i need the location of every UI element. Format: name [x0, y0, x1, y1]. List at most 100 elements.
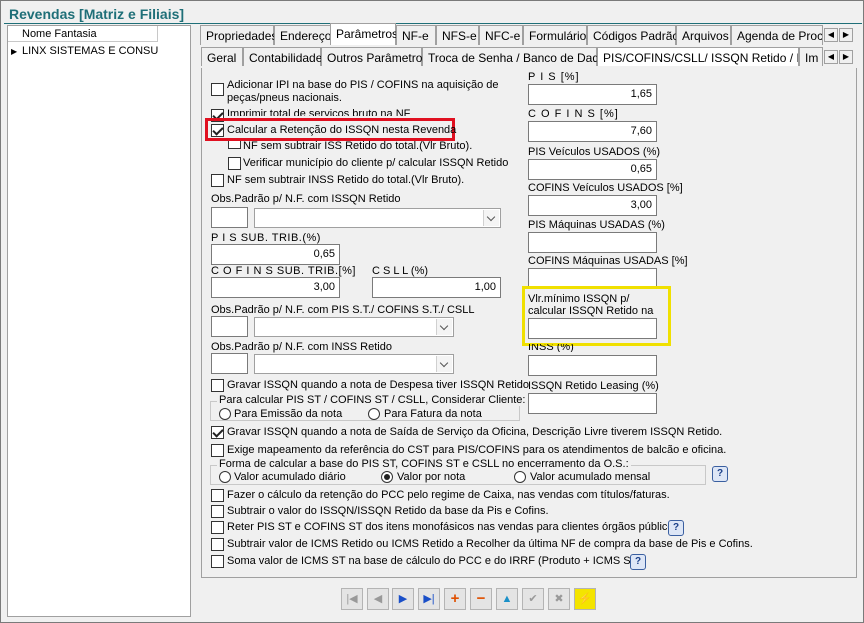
obs-inss-code-input[interactable] [211, 353, 248, 374]
radio-acumulado-mensal[interactable] [514, 471, 526, 483]
subtab-troca-senha[interactable]: Troca de Senha / Banco de Dados [422, 47, 612, 66]
tab-scroll-right-icon[interactable]: ▶ [839, 28, 853, 42]
csll-label: C S L L (%) [372, 265, 429, 277]
tab-agenda[interactable]: Agenda de Proces [731, 25, 823, 45]
delete-record-icon[interactable]: − [470, 588, 492, 610]
tab-nfe[interactable]: NF-e [396, 25, 436, 45]
tab-arquivos[interactable]: Arquivos [676, 25, 731, 45]
tab-nfse[interactable]: NFS-e [436, 25, 479, 45]
obs-issqn-code-input[interactable] [211, 207, 248, 228]
verif-municipio-label: Verificar município do cliente p/ calcul… [243, 157, 509, 169]
obs-pis-st-combo[interactable] [254, 317, 454, 337]
tab-content: Adicionar IPI na base do PIS / COFINS na… [201, 68, 857, 578]
grid-row[interactable]: ▶ LINX SISTEMAS E CONSULT [8, 43, 158, 59]
gravar-despesa-label: Gravar ISSQN quando a nota de Despesa ti… [227, 379, 530, 391]
issqn-leasing-input[interactable] [528, 393, 657, 414]
refresh-record-icon[interactable]: ⚡ [574, 588, 596, 610]
prior-record-icon[interactable]: ◀ [367, 588, 389, 610]
insert-record-icon[interactable]: + [444, 588, 466, 610]
obs-pis-st-code-input[interactable] [211, 316, 248, 337]
calc-issqn-label: Calcular a Retenção do ISSQN nesta Reven… [227, 124, 457, 136]
obs-issqn-combo[interactable] [254, 208, 501, 228]
tab-parametros[interactable]: Parâmetros [330, 23, 398, 45]
cofins-veic-label: COFINS Veículos USADOS [%] [528, 182, 683, 194]
subtrair-issqn-label: Subtrair o valor do ISSQN/ISSQN Retido d… [227, 505, 549, 517]
help-soma-icms-icon[interactable]: ? [630, 554, 646, 570]
grid-header-nome-fantasia[interactable]: Nome Fantasia [8, 26, 158, 42]
cofins-sub-input[interactable]: 3,00 [211, 277, 340, 298]
pis-veic-input[interactable]: 0,65 [528, 159, 657, 180]
os-group-title: Forma de calcular a base do PIS ST, COFI… [217, 458, 631, 470]
subtab-contabilidade[interactable]: Contabilidade [243, 47, 322, 66]
soma-icms-label: Soma valor de ICMS ST na base de cálculo… [227, 555, 641, 567]
post-record-icon[interactable]: ✔ [522, 588, 544, 610]
reter-pis-checkbox[interactable] [211, 521, 224, 534]
pis-label: P I S [%] [528, 71, 580, 83]
chevron-down-icon[interactable] [436, 319, 452, 335]
exige-map-label: Exige mapeamento da referência do CST pa… [227, 444, 727, 456]
subtab-geral[interactable]: Geral [201, 47, 243, 66]
obs-pis-st-label: Obs.Padrão p/ N.F. com PIS S.T./ COFINS … [211, 304, 475, 316]
nf-sem-inss-checkbox[interactable] [211, 174, 224, 187]
cofins-veic-input[interactable]: 3,00 [528, 195, 657, 216]
help-os-icon[interactable]: ? [712, 466, 728, 482]
radio-acumulado-diario[interactable] [219, 471, 231, 483]
subtab-scroll-left-icon[interactable]: ◀ [824, 50, 838, 64]
reter-pis-label: Reter PIS ST e COFINS ST dos itens monof… [227, 521, 683, 533]
csll-input[interactable]: 1,00 [372, 277, 501, 298]
cofins-input[interactable]: 7,60 [528, 121, 657, 142]
pcc-checkbox[interactable] [211, 489, 224, 502]
tab-endereco[interactable]: Endereço [274, 25, 331, 45]
pis-input[interactable]: 1,65 [528, 84, 657, 105]
help-reter-pis-icon[interactable]: ? [668, 520, 684, 536]
subtab-im[interactable]: Im [799, 47, 823, 66]
nf-sem-inss-label: NF sem subtrair INSS Retido do total.(Vl… [227, 174, 465, 186]
radio-emissao-label: Para Emissão da nota [234, 408, 343, 420]
exige-map-checkbox[interactable] [211, 444, 224, 457]
verif-municipio-checkbox[interactable] [228, 157, 241, 170]
chevron-down-icon[interactable] [483, 210, 499, 226]
obs-inss-combo[interactable] [254, 354, 454, 374]
pis-maq-label: PIS Máquinas USADAS (%) [528, 219, 665, 231]
revendas-grid[interactable]: Nome Fantasia ▶ LINX SISTEMAS E CONSULT [7, 25, 191, 617]
subtab-pis-cofins[interactable]: PIS/COFINS/CSLL/ ISSQN Retido / INSS [597, 47, 799, 66]
gravar-saida-checkbox[interactable] [211, 426, 224, 439]
pis-sub-input[interactable]: 0,65 [211, 244, 340, 265]
tab-nfce[interactable]: NFC-e [479, 25, 523, 45]
gravar-despesa-checkbox[interactable] [211, 379, 224, 392]
cliente-group-title: Para calcular PIS ST / COFINS ST / CSLL,… [217, 394, 528, 406]
radio-fatura[interactable] [368, 408, 380, 420]
subtrair-icms-checkbox[interactable] [211, 538, 224, 551]
subtab-outros-parametros[interactable]: Outros Parâmetros [321, 47, 428, 66]
inss-input[interactable] [528, 355, 657, 376]
cancel-record-icon[interactable]: ✖ [548, 588, 570, 610]
chevron-down-icon[interactable] [436, 356, 452, 372]
tab-formularios[interactable]: Formulários [523, 25, 592, 45]
tab-scroll-left-icon[interactable]: ◀ [824, 28, 838, 42]
tab-propriedades[interactable]: Propriedades [200, 25, 277, 45]
subtab-scroll-right-icon[interactable]: ▶ [839, 50, 853, 64]
pis-maq-input[interactable] [528, 232, 657, 253]
subtrair-issqn-checkbox[interactable] [211, 505, 224, 518]
radio-por-nota[interactable] [381, 471, 393, 483]
ipi-checkbox[interactable] [211, 83, 224, 96]
vlr-min-input[interactable] [528, 318, 657, 339]
radio-por-nota-label: Valor por nota [397, 471, 466, 483]
tab-codigos-padrao[interactable]: Códigos Padrão [587, 25, 679, 45]
row-pointer-icon: ▶ [11, 47, 18, 56]
last-record-icon[interactable]: ▶| [418, 588, 440, 610]
next-record-icon[interactable]: ▶ [392, 588, 414, 610]
window-title: Revendas [Matriz e Filiais] [9, 6, 185, 22]
radio-emissao[interactable] [219, 408, 231, 420]
window: Revendas [Matriz e Filiais] Nome Fantasi… [0, 0, 864, 623]
pis-sub-label: P I S SUB. TRIB.(%) [211, 232, 321, 244]
edit-record-icon[interactable]: ▲ [496, 588, 518, 610]
radio-acumulado-mensal-label: Valor acumulado mensal [530, 471, 651, 483]
gravar-saida-label: Gravar ISSQN quando a nota de Saída de S… [227, 426, 723, 438]
navigation-toolbar: |◀ ◀ ▶ ▶| + − ▲ ✔ ✖ ⚡ [341, 588, 596, 612]
soma-icms-checkbox[interactable] [211, 555, 224, 568]
nf-sem-iss-checkbox[interactable] [228, 141, 241, 149]
calc-issqn-checkbox[interactable] [211, 124, 224, 137]
first-record-icon[interactable]: |◀ [341, 588, 363, 610]
ipi-label: Adicionar IPI na base do PIS / COFINS na… [227, 79, 499, 104]
